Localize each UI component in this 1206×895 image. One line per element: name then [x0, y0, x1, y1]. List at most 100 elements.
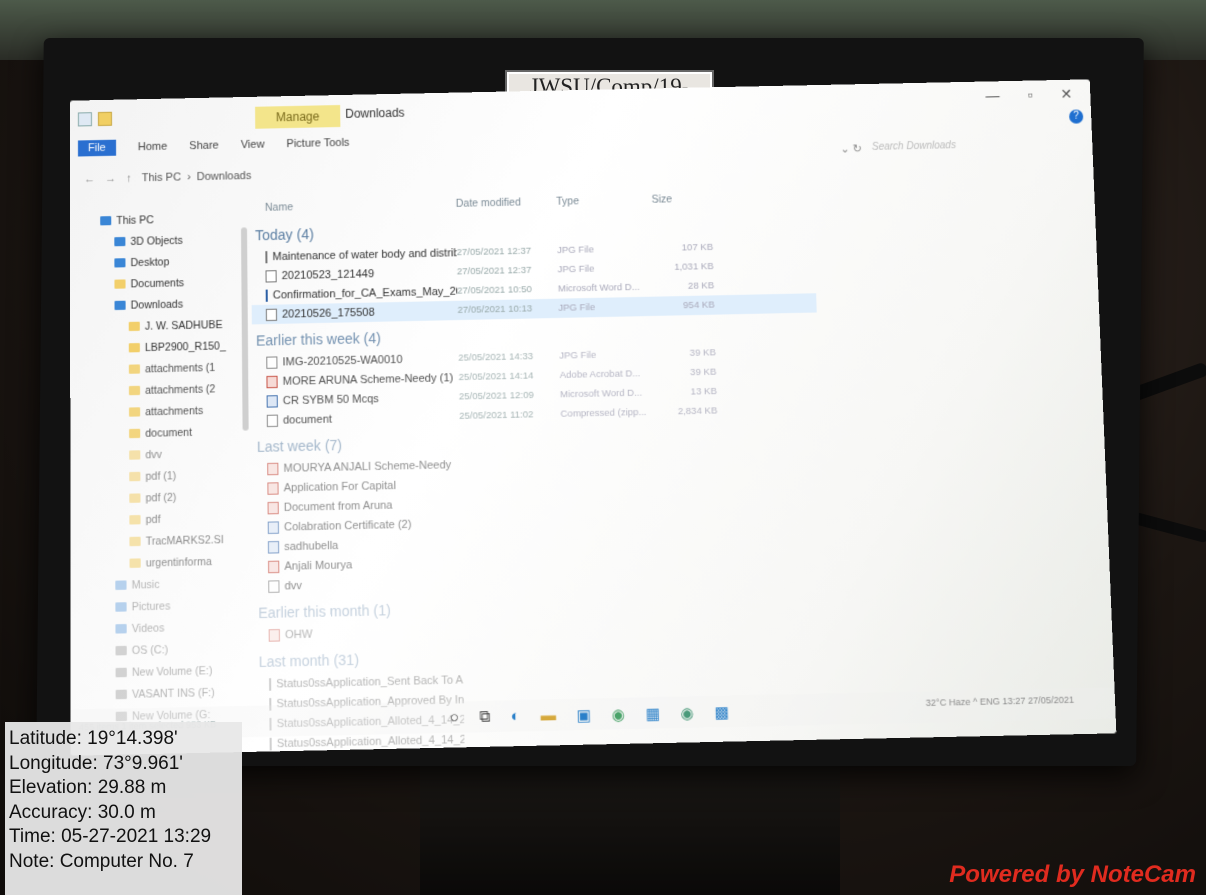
zip-file-icon — [266, 414, 279, 427]
nav-item-folder[interactable]: urgentinforma — [101, 550, 244, 575]
tab-home[interactable]: Home — [138, 141, 167, 154]
image-file-icon — [266, 355, 278, 369]
app-icon[interactable]: ◉ — [680, 704, 694, 723]
nav-item-folder[interactable]: attachments (2 — [101, 378, 243, 402]
nav-item-folder[interactable]: LBP2900_R150_ — [100, 335, 242, 359]
download-icon — [114, 300, 126, 311]
task-view-icon[interactable]: ⧉ — [479, 708, 490, 727]
pdf-file-icon — [267, 481, 279, 495]
chevron-right-icon: › — [187, 171, 191, 184]
nav-item-folder[interactable]: dvv — [101, 442, 243, 467]
image-file-icon — [265, 308, 278, 321]
pdf-file-icon — [267, 462, 279, 475]
nav-item-music[interactable]: Music — [101, 572, 244, 597]
window-controls: — ▫ ✕ — [985, 86, 1072, 105]
nav-item-drive[interactable]: OS (C:) — [101, 637, 244, 662]
nav-scrollbar[interactable] — [240, 227, 249, 431]
tab-manage[interactable]: Manage — [255, 104, 341, 129]
nav-item-folder[interactable]: J. W. SADHUBE — [100, 313, 241, 337]
breadcrumb-this-pc[interactable]: This PC — [142, 171, 181, 184]
nav-item-videos[interactable]: Videos — [101, 615, 244, 640]
nav-item-downloads[interactable]: Downloads — [100, 292, 241, 316]
refresh-icon[interactable]: ⌄ ↻ — [840, 142, 862, 155]
word-file-icon — [266, 394, 278, 408]
breadcrumb-downloads[interactable]: Downloads — [197, 170, 252, 183]
forward-icon[interactable]: → — [105, 173, 116, 185]
app-icon[interactable]: ▦ — [645, 704, 660, 723]
elevation-text: Elevation: 29.88 m — [9, 777, 167, 798]
search-circle-icon[interactable]: ○ — [450, 709, 460, 728]
folder-icon — [129, 493, 141, 503]
column-date[interactable]: Date modified — [456, 196, 557, 209]
accuracy-text: Accuracy: 30.0 m — [9, 801, 156, 823]
column-name[interactable]: Name — [251, 198, 456, 214]
nav-item-folder[interactable]: pdf — [101, 507, 243, 532]
quick-access-toolbar[interactable] — [77, 111, 112, 127]
tab-share[interactable]: Share — [189, 140, 219, 153]
chrome-icon[interactable]: ◉ — [611, 705, 625, 724]
nav-item-folder[interactable]: TracMARKS2.SI — [101, 528, 244, 553]
computer-icon — [100, 216, 112, 226]
nav-item-drive[interactable]: VASANT INS (F:) — [101, 681, 244, 706]
photos-icon[interactable]: ▩ — [714, 703, 729, 722]
up-icon[interactable]: ↑ — [126, 172, 132, 184]
column-size[interactable]: Size — [651, 192, 712, 206]
nav-item-documents[interactable]: Documents — [100, 271, 241, 295]
drive-icon — [115, 667, 127, 678]
folder-icon — [129, 515, 141, 525]
tab-picture-tools[interactable]: Picture Tools — [286, 137, 349, 150]
folder-icon[interactable]: ▬ — [541, 707, 557, 726]
folder-icon — [128, 321, 140, 332]
navigation-pane: This PC 3D Objects Desktop Documents Dow… — [100, 207, 245, 744]
close-icon[interactable]: ✕ — [1060, 86, 1072, 103]
folder-icon — [129, 558, 141, 568]
tab-view[interactable]: View — [241, 139, 265, 152]
nav-item-pictures[interactable]: Pictures — [101, 593, 244, 618]
file-icon — [269, 677, 272, 691]
nav-item-desktop[interactable]: Desktop — [100, 250, 241, 274]
monitor-screen: Manage Downloads — ▫ ✕ ? File Home Share… — [69, 79, 1117, 756]
nav-item-folder[interactable]: attachments (1 — [101, 356, 243, 380]
nav-item-folder[interactable]: pdf (1) — [101, 463, 243, 488]
tab-file[interactable]: File — [77, 139, 116, 157]
back-icon[interactable]: ← — [84, 173, 95, 185]
drive-icon — [115, 689, 127, 700]
folder-icon — [128, 407, 141, 417]
save-icon[interactable] — [77, 112, 92, 127]
word-file-icon — [267, 540, 280, 554]
maximize-icon[interactable]: ▫ — [1027, 87, 1033, 104]
column-type[interactable]: Type — [556, 194, 652, 208]
minimize-icon[interactable]: — — [985, 87, 1000, 104]
file-icon — [269, 737, 272, 750]
note-text: Note: Computer No. 7 — [9, 850, 194, 872]
nav-item-3d-objects[interactable]: 3D Objects — [100, 228, 241, 252]
cube-icon — [114, 236, 126, 247]
breadcrumb: This PC › Downloads — [142, 170, 252, 184]
nav-item-folder[interactable]: attachments — [101, 399, 243, 423]
folder-icon — [129, 428, 141, 439]
pdf-file-icon — [268, 628, 280, 642]
pictures-icon — [115, 602, 127, 612]
nav-item-folder[interactable]: document — [101, 420, 243, 445]
nav-item-drive[interactable]: New Volume (E:) — [101, 659, 244, 684]
folder-icon[interactable] — [97, 111, 112, 127]
window-title: Downloads — [345, 105, 405, 121]
folder-icon — [129, 536, 141, 547]
folder-icon — [128, 343, 140, 353]
time-text: Time: 05-27-2021 13:29 — [9, 826, 212, 847]
pdf-file-icon — [266, 375, 278, 388]
browser-icon[interactable]: ◐ — [511, 707, 521, 726]
word-file-icon — [267, 520, 279, 534]
nav-item-folder[interactable]: pdf (2) — [101, 485, 243, 510]
file-list: Name Date modified Type Size Today (4) M… — [251, 185, 830, 754]
folder-icon — [129, 450, 141, 460]
nav-item-this-pc[interactable]: This PC — [100, 207, 241, 231]
gps-overlay: Latitude: 19°14.398' Longitude: 73°9.961… — [5, 722, 242, 895]
image-file-icon — [265, 250, 268, 263]
notecam-watermark: Powered by NoteCam — [949, 861, 1196, 888]
pdf-file-icon — [268, 560, 280, 573]
folder-icon — [128, 385, 141, 396]
longitude-text: Longitude: 73°9.961' — [9, 752, 183, 774]
store-icon[interactable]: ▣ — [576, 706, 591, 725]
folder-icon — [129, 471, 141, 482]
